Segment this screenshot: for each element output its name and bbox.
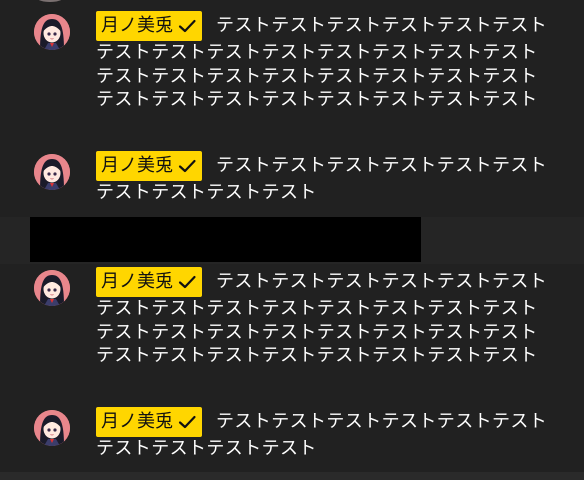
author-chip[interactable]: 月ノ美兎 [96,407,202,437]
divider [0,472,584,480]
author-chip[interactable]: 月ノ美兎 [96,11,202,41]
author-name: 月ノ美兎 [101,155,173,176]
avatar-girl-icon[interactable] [34,14,70,50]
checkmark-icon [177,412,197,432]
checkmark-icon [177,156,197,176]
message-content: 月ノ美兎 テストテストテストテストテストテストテストテストテストテストテストテス… [96,11,548,112]
redacted-region [30,217,421,262]
message-content: 月ノ美兎 テストテストテストテストテストテストテストテストテストテストテストテス… [96,267,548,368]
chat-panel: 月ノ美兎 テストテストテストテストテストテストテストテストテストテストテストテス… [0,0,584,480]
author-chip[interactable]: 月ノ美兎 [96,267,202,297]
avatar-girl-icon[interactable] [34,154,70,190]
message-content: 月ノ美兎 テストテストテストテストテストテストテストテストテストテスト [96,407,548,461]
avatar-girl-icon[interactable] [34,410,70,446]
author-name: 月ノ美兎 [101,15,173,36]
checkmark-icon [177,16,197,36]
author-name: 月ノ美兎 [101,411,173,432]
author-name: 月ノ美兎 [101,271,173,292]
author-chip[interactable]: 月ノ美兎 [96,151,202,181]
avatar-girl-icon[interactable] [34,270,70,306]
message-content: 月ノ美兎 テストテストテストテストテストテストテストテストテストテスト [96,151,548,205]
checkmark-icon [177,272,197,292]
